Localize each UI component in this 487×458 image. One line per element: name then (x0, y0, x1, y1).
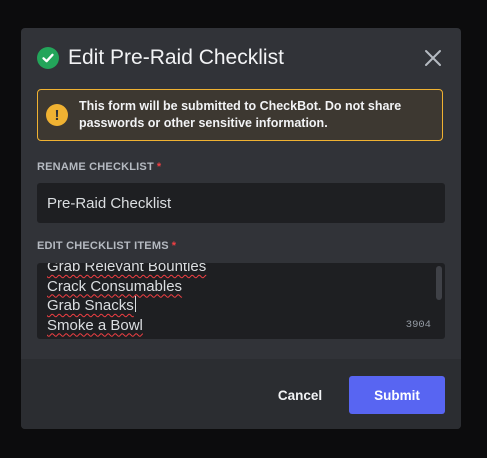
security-notice: ! This form will be submitted to CheckBo… (37, 89, 443, 141)
warning-icon: ! (46, 104, 68, 126)
checklist-item-line: Grab Relevant Bounties (47, 263, 207, 275)
notice-text-pre: This form will be submitted to (79, 99, 260, 113)
textarea-scrollbar[interactable] (436, 266, 442, 300)
rename-checklist-input[interactable] (37, 183, 445, 223)
checklist-item-line: Smoke a Bowl (47, 316, 143, 334)
required-mark: * (156, 161, 162, 173)
character-counter: 3904 (405, 319, 431, 331)
modal-header: Edit Pre-Raid Checklist (37, 44, 445, 72)
submit-button[interactable]: Submit (349, 376, 445, 414)
checklist-item-line: Crack Consumables (47, 277, 183, 295)
close-icon[interactable] (421, 46, 445, 70)
modal-footer: Cancel Submit (21, 359, 461, 429)
required-mark: * (171, 240, 177, 252)
edit-checklist-modal: Edit Pre-Raid Checklist ! This form will… (21, 28, 461, 429)
notice-app-name: CheckBot (259, 99, 318, 113)
cancel-button[interactable]: Cancel (261, 376, 339, 414)
text-caret (134, 296, 136, 312)
checklist-items-text: Grab Relevant Bounties Crack Consumables… (47, 263, 206, 335)
modal-title: Edit Pre-Raid Checklist (68, 46, 284, 69)
notice-text: This form will be submitted to CheckBot.… (79, 98, 432, 132)
checklist-item-line: Grab Snacks (47, 296, 136, 314)
edit-checklist-items-label: Edit Checklist Items * (37, 240, 177, 252)
rename-checklist-label: Rename Checklist * (37, 161, 162, 173)
check-circle-icon (37, 47, 59, 69)
checklist-items-textarea[interactable]: Grab Relevant Bounties Crack Consumables… (37, 263, 445, 339)
